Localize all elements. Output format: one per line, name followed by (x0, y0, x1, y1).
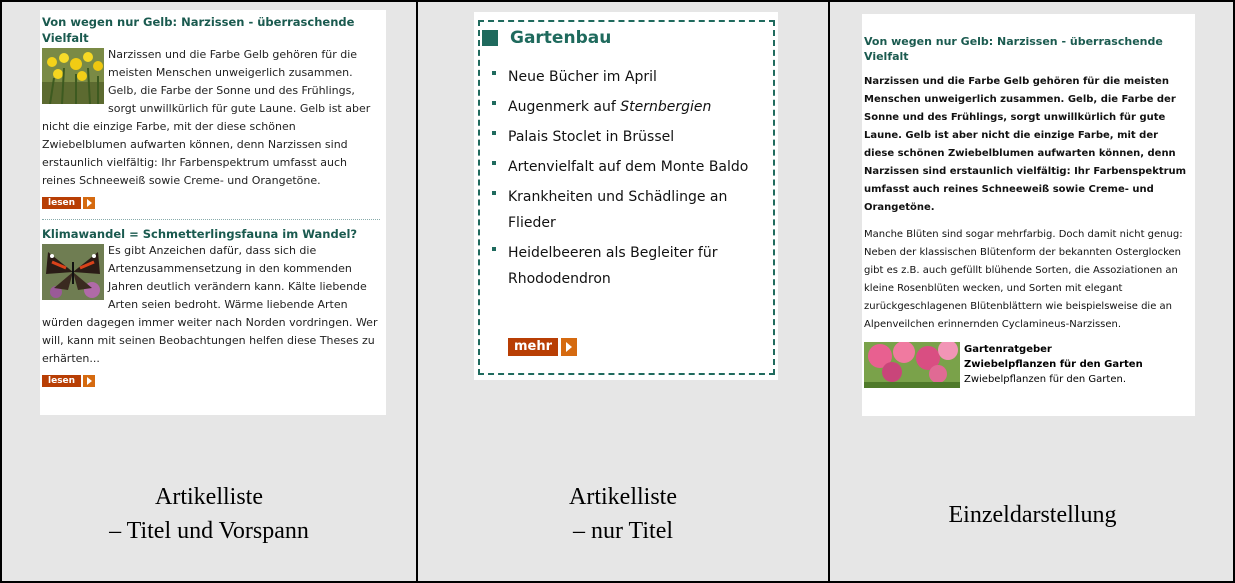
list-item[interactable]: Heidelbeeren als Begleiter für Rhododend… (490, 240, 760, 292)
read-more-label: lesen (42, 197, 82, 209)
more-label: mehr (508, 338, 559, 356)
book-description: Zwiebelpflanzen für den Garten. (964, 374, 1127, 385)
list-item[interactable]: Krankheiten und Schädlinge an Flieder (490, 184, 760, 236)
butterfly-thumbnail[interactable] (42, 244, 104, 300)
article-list-teaser-panel: Von wegen nur Gelb: Narzissen - überrasc… (40, 10, 386, 415)
caption-line: – nur Titel (572, 518, 674, 544)
arrow-right-icon (561, 338, 578, 356)
caption-line: Artikelliste (155, 484, 263, 510)
article-lead: Narzissen und die Farbe Gelb gehören für… (864, 76, 1187, 213)
arrow-right-icon (83, 375, 96, 387)
list-item[interactable]: Neue Bücher im April (490, 64, 760, 90)
article-title[interactable]: Von wegen nur Gelb: Narzissen - überrasc… (42, 14, 380, 46)
read-more-button[interactable]: lesen (42, 375, 96, 387)
read-more-button[interactable]: lesen (42, 197, 96, 209)
book-category: Gartenratgeber (964, 344, 1052, 355)
article-title[interactable]: Klimawandel = Schmetterlingsfauna im Wan… (42, 226, 380, 242)
caption-line: Artikelliste (569, 484, 677, 510)
list-item[interactable]: Palais Stoclet in Brüssel (490, 124, 760, 150)
column-single-view: Von wegen nur Gelb: Narzissen - überrasc… (828, 2, 1235, 581)
divider (42, 219, 380, 220)
list-item[interactable]: Augenmerk auf Sternbergien (490, 94, 760, 120)
article-detail-panel: Von wegen nur Gelb: Narzissen - überrasc… (862, 14, 1195, 416)
article-title-list: Neue Bücher im April Augenmerk auf Stern… (490, 64, 760, 296)
caption: Artikelliste – nur Titel (418, 480, 828, 548)
section-heading: Gartenbau (510, 28, 612, 48)
more-button[interactable]: mehr (508, 338, 578, 356)
arrow-right-icon (83, 197, 96, 209)
book-info: Gartenratgeber Zwiebelpflanzen für den G… (964, 342, 1143, 388)
comparison-table: Von wegen nur Gelb: Narzissen - überrasc… (0, 0, 1235, 583)
book-recommendation[interactable]: Gartenratgeber Zwiebelpflanzen für den G… (864, 342, 1191, 388)
read-more-label: lesen (42, 375, 82, 387)
caption: Artikelliste – Titel und Vorspann (2, 480, 416, 548)
square-bullet-icon (482, 30, 498, 46)
article-title: Von wegen nur Gelb: Narzissen - überrasc… (864, 35, 1163, 63)
book-cover-image[interactable] (864, 342, 960, 388)
column-title-and-lead: Von wegen nur Gelb: Narzissen - überrasc… (2, 2, 416, 581)
article-body: Manche Blüten sind sogar mehrfarbig. Doc… (864, 229, 1183, 330)
article-list-titles-panel: Gartenbau Neue Bücher im April Augenmerk… (474, 12, 778, 380)
caption-line: – Titel und Vorspann (109, 518, 309, 544)
caption-line: Einzeldarstellung (948, 502, 1117, 528)
column-titles-only: Gartenbau Neue Bücher im April Augenmerk… (416, 2, 828, 581)
daffodil-thumbnail[interactable] (42, 48, 104, 104)
book-title[interactable]: Zwiebelpflanzen für den Garten (964, 357, 1143, 372)
caption: Einzeldarstellung (830, 498, 1235, 532)
section-header: Gartenbau (482, 28, 611, 48)
list-item[interactable]: Artenvielfalt auf dem Monte Baldo (490, 154, 760, 180)
